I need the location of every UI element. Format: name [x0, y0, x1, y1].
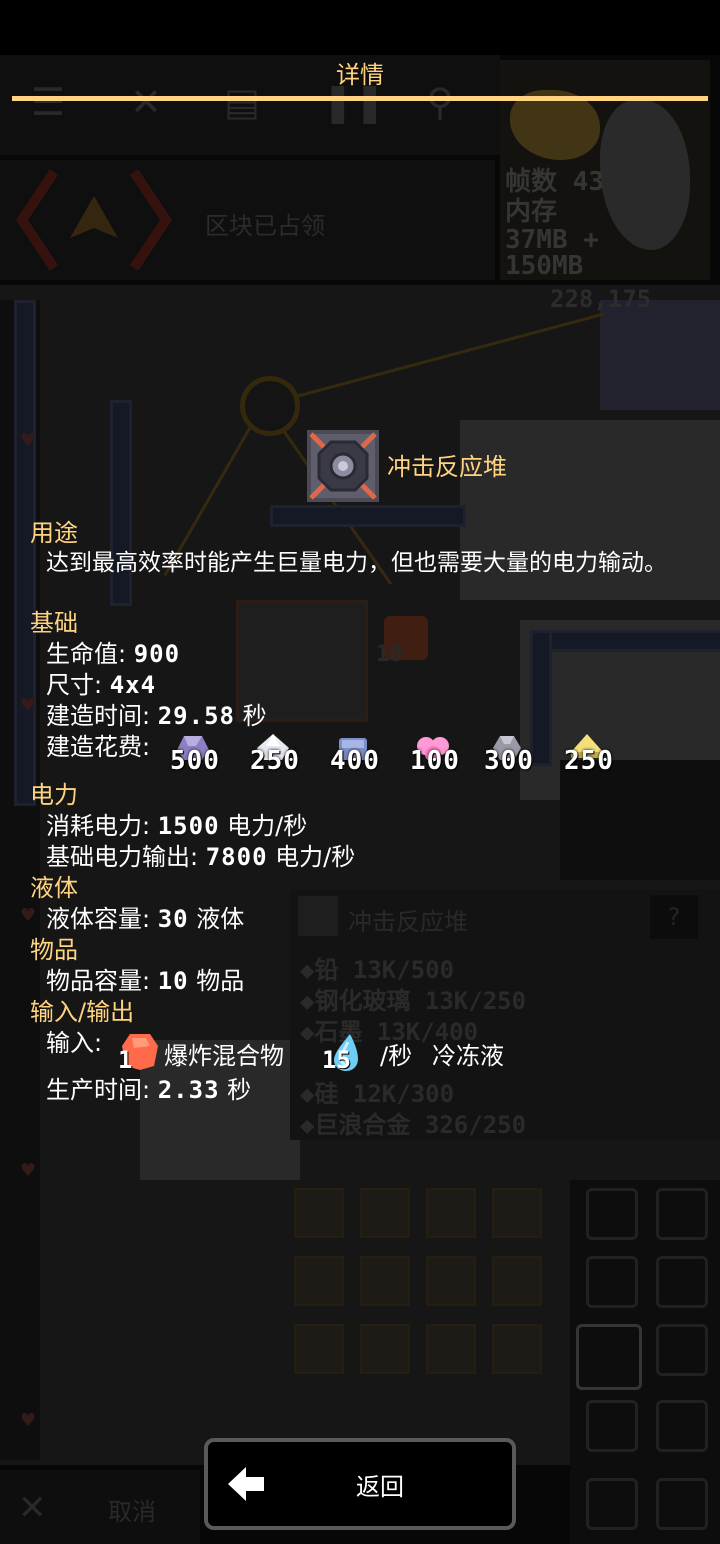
- back-button[interactable]: 返回: [204, 1438, 516, 1530]
- block-name: 冲击反应堆: [387, 453, 507, 481]
- section-heading-base: 基础: [30, 609, 78, 637]
- cost-lead: 500: [170, 730, 248, 782]
- back-button-label: 返回: [356, 1473, 404, 1501]
- health-row: 生命值: 900: [46, 640, 181, 668]
- status-bar-area: [0, 0, 720, 55]
- item-name: 爆炸混合物: [164, 1042, 284, 1070]
- section-heading-liquids: 液体: [30, 874, 78, 902]
- build-cost-list: 500 250 400 100 300 250: [170, 730, 640, 782]
- block-description: 达到最高效率时能产生巨量电力，但也需要大量的电力输动。: [46, 550, 667, 576]
- liquid-amount: 15: [322, 1046, 351, 1074]
- production-time-row: 生产时间: 2.33 秒: [46, 1076, 252, 1104]
- item-capacity-row: 物品容量: 10 物品: [46, 967, 245, 995]
- liquid-name: 冷冻液: [432, 1042, 504, 1070]
- section-heading-io: 输入/输出: [30, 998, 135, 1026]
- cost-silicon: 100: [410, 730, 488, 782]
- input-list: 1 爆炸混合物 15 /秒 冷冻液: [118, 1030, 538, 1076]
- cost-titanium: 300: [484, 730, 562, 782]
- size-row: 尺寸: 4x4: [46, 671, 157, 699]
- section-heading-usage: 用途: [30, 519, 78, 547]
- build-time-row: 建造时间: 29.58 秒: [46, 702, 267, 730]
- title-divider: [12, 96, 708, 101]
- power-use-row: 消耗电力: 1500 电力/秒: [46, 812, 308, 840]
- power-output-row: 基础电力输出: 7800 电力/秒: [46, 843, 356, 871]
- liquid-capacity-row: 液体容量: 30 液体: [46, 905, 245, 933]
- liquid-rate-unit: /秒: [380, 1042, 413, 1070]
- dialog-title: 详情: [336, 61, 384, 89]
- cost-metaglass: 250: [250, 730, 328, 782]
- cost-surge-alloy: 250: [564, 730, 642, 782]
- input-label: 输入:: [46, 1029, 103, 1057]
- item-amount: 1: [118, 1046, 133, 1074]
- cost-graphite: 400: [330, 730, 408, 782]
- section-heading-items: 物品: [30, 936, 78, 964]
- impact-reactor-icon: [307, 430, 379, 502]
- section-heading-power: 电力: [30, 781, 78, 809]
- build-cost-label: 建造花费:: [46, 733, 151, 761]
